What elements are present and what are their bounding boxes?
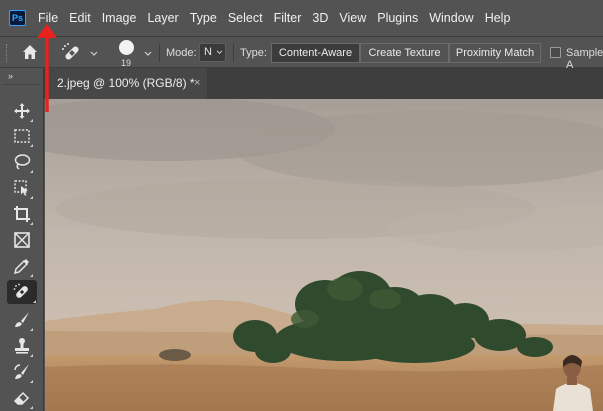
photoshop-logo[interactable]: Ps	[9, 10, 26, 26]
document-tab-bar: 2.jpeg @ 100% (RGB/8) * ×	[44, 68, 603, 99]
close-icon[interactable]: ×	[194, 68, 200, 99]
lasso-tool-icon[interactable]	[10, 150, 34, 174]
menu-edit[interactable]: Edit	[69, 11, 91, 25]
object-selection-tool-icon[interactable]	[10, 176, 34, 200]
menu-select[interactable]: Select	[228, 11, 263, 25]
menu-bar: Ps File Edit Image Layer Type Select Fil…	[0, 0, 603, 36]
spot-healing-brush-tool-icon[interactable]	[7, 280, 37, 304]
brush-tool-icon[interactable]	[10, 308, 34, 332]
eyedropper-tool-icon[interactable]	[10, 254, 34, 278]
options-bar-grip[interactable]	[6, 44, 10, 62]
menu-3d[interactable]: 3D	[312, 11, 328, 25]
mode-value: N	[204, 46, 212, 58]
menu-filter[interactable]: Filter	[274, 11, 302, 25]
type-proximity-match-button[interactable]: Proximity Match	[449, 43, 541, 63]
document-tab[interactable]: 2.jpeg @ 100% (RGB/8) * ×	[47, 68, 207, 99]
options-bar: 19 Mode: N Type: Content-Aware Create Te…	[0, 36, 603, 71]
document-tab-title: 2.jpeg @ 100% (RGB/8) *	[57, 76, 195, 90]
menu-window[interactable]: Window	[429, 11, 473, 25]
collapse-panel-icon[interactable]: »	[8, 71, 13, 81]
mode-select[interactable]: N	[199, 43, 226, 62]
tools-panel: »	[0, 68, 44, 411]
menu-type[interactable]: Type	[190, 11, 217, 25]
brush-size-value: 19	[120, 58, 131, 68]
photo-landscape	[45, 99, 603, 411]
menu-view[interactable]: View	[339, 11, 366, 25]
frame-tool-icon[interactable]	[10, 228, 34, 252]
clone-stamp-tool-icon[interactable]	[10, 334, 34, 358]
mode-label: Mode:	[166, 47, 197, 59]
menu-help[interactable]: Help	[485, 11, 511, 25]
type-label: Type:	[240, 47, 267, 59]
document-canvas[interactable]	[45, 99, 603, 411]
chevron-down-icon[interactable]	[90, 51, 98, 57]
chevron-down-icon	[216, 50, 223, 55]
brush-preset-preview[interactable]	[119, 40, 134, 55]
menu-plugins[interactable]: Plugins	[377, 11, 418, 25]
rectangular-marquee-tool-icon[interactable]	[10, 124, 34, 148]
history-brush-tool-icon[interactable]	[10, 360, 34, 384]
sample-all-layers-checkbox[interactable]	[550, 47, 561, 58]
eraser-tool-icon[interactable]	[10, 386, 34, 410]
spot-healing-brush-icon[interactable]	[61, 42, 83, 64]
crop-tool-icon[interactable]	[10, 202, 34, 226]
chevron-down-icon[interactable]	[144, 51, 152, 57]
annotation-arrow-icon	[37, 24, 57, 112]
type-create-texture-button[interactable]: Create Texture	[360, 43, 449, 63]
menu-image[interactable]: Image	[102, 11, 137, 25]
type-content-aware-button[interactable]: Content-Aware	[271, 43, 360, 63]
menu-layer[interactable]: Layer	[147, 11, 178, 25]
